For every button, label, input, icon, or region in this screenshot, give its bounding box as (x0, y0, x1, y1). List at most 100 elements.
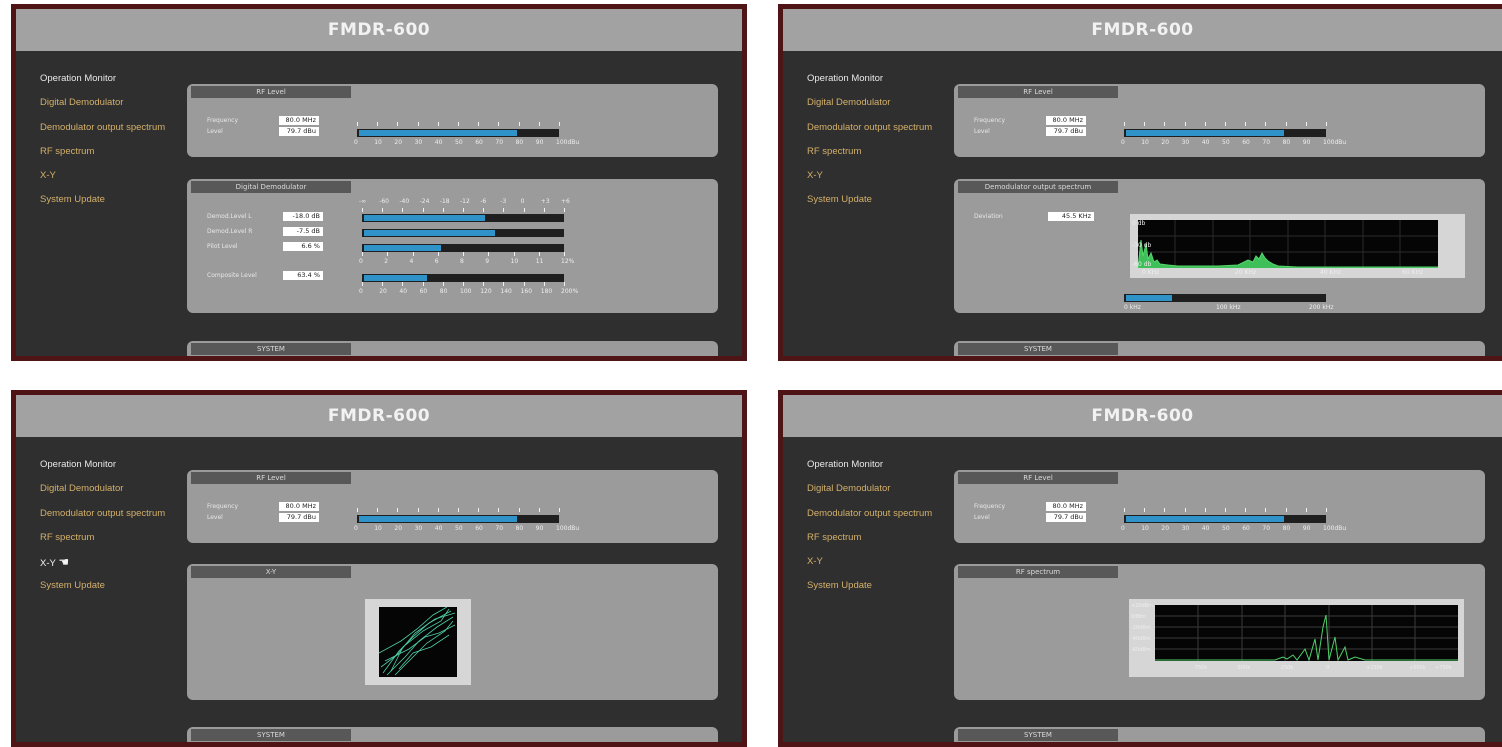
scale-tick (382, 208, 384, 212)
nav-rf-spectrum[interactable]: RF spectrum (807, 526, 932, 550)
scale-tick (1124, 122, 1125, 126)
level-label: Level (207, 128, 223, 135)
scale-tick-label: 40 (1201, 139, 1210, 146)
scale-tick (1164, 508, 1166, 512)
demod-x-label-2: 40 KHz (1320, 269, 1342, 276)
nav-operation-monitor[interactable]: Operation Monitor (40, 453, 165, 477)
scale-tick (1326, 122, 1327, 126)
demod-level-l-value: -18.0 dB (283, 212, 323, 221)
scale-tick-label: 9 (485, 258, 490, 265)
scale-tick (478, 508, 480, 512)
scale-tick (387, 252, 389, 256)
nav-demodulator-output-spectrum[interactable]: Demodulator output spectrum (807, 116, 932, 140)
demod-x-label-3: 60 KHz (1402, 269, 1424, 276)
demod-level-r-value: -7.5 dB (283, 227, 323, 236)
nav-rf-spectrum[interactable]: RF spectrum (40, 140, 165, 164)
rf-level-meter-fill (359, 130, 517, 136)
nav-operation-monitor[interactable]: Operation Monitor (807, 453, 932, 477)
scale-tick (1305, 122, 1307, 126)
scale-tick-label: 10 (374, 525, 382, 532)
nav-system-update[interactable]: System Update (807, 188, 932, 212)
level-label: Level (207, 514, 223, 521)
composite-level-fill (364, 275, 428, 281)
nav-x-y[interactable]: X-Y (807, 164, 932, 188)
deviation-meter (1124, 294, 1326, 302)
scale-tick (538, 122, 540, 126)
nav-rf-spectrum[interactable]: RF spectrum (807, 140, 932, 164)
nav-rf-spectrum[interactable]: RF spectrum (40, 526, 165, 550)
app-title: FMDR-600 (783, 9, 1502, 51)
scale-tick (518, 508, 520, 512)
scale-tick-label: 20 (394, 139, 403, 146)
nav-x-y-label: X-Y (40, 558, 56, 570)
scale-tick (1245, 122, 1247, 126)
nav-operation-monitor[interactable]: Operation Monitor (807, 67, 932, 91)
scale-tick (422, 282, 424, 286)
scale-tick (458, 122, 459, 126)
scale-tick-label: 180 (540, 288, 553, 295)
nav-digital-demodulator[interactable]: Digital Demodulator (807, 91, 932, 115)
pilot-level-value: 6.6 % (283, 242, 323, 251)
frequency-label: Frequency (207, 117, 238, 124)
rf-level-title: RF Level (958, 86, 1118, 98)
frequency-value: 80.0 MHz (1046, 116, 1086, 125)
nav-digital-demodulator[interactable]: Digital Demodulator (40, 91, 165, 115)
demod-level-r-label: Demod.Level R (207, 228, 253, 235)
scale-tick-label: 0 (1121, 139, 1125, 146)
scale-tick (1326, 508, 1327, 512)
scale-tick-label: -40 (399, 198, 410, 205)
scale-tick (402, 208, 404, 212)
frequency-label: Frequency (207, 503, 238, 510)
nav-x-y[interactable]: X-Y (40, 164, 165, 188)
scale-tick (538, 508, 540, 512)
deviation-meter-fill (1126, 295, 1172, 301)
rf-level-meter-fill (359, 516, 517, 522)
frequency-value: 80.0 MHz (1046, 502, 1086, 511)
nav-operation-monitor[interactable]: Operation Monitor (40, 67, 165, 91)
scale-tick-label: -6 (480, 198, 487, 205)
level-value: 79.7 dBu (279, 127, 319, 136)
demodulator-output-spectrum-title: Demodulator output spectrum (958, 181, 1118, 193)
sidebar-nav: Operation Monitor Digital Demodulator De… (807, 453, 932, 599)
system-title: SYSTEM (958, 343, 1118, 355)
nav-demodulator-output-spectrum[interactable]: Demodulator output spectrum (807, 502, 932, 526)
scale-tick-label: 50 (1222, 525, 1230, 532)
scale-tick-label: -12 (460, 198, 470, 205)
demod-x-label-1: 20 KHz (1235, 269, 1257, 276)
nav-system-update[interactable]: System Update (40, 188, 165, 212)
nav-system-update[interactable]: System Update (807, 574, 932, 598)
demod-level-r-fill (364, 230, 495, 236)
rf-x-label-2: -250k (1279, 665, 1294, 671)
nav-x-y[interactable]: X-Y ☚ (40, 550, 165, 574)
scale-tick (377, 122, 379, 126)
rf-level-title: RF Level (191, 86, 351, 98)
system-panel: SYSTEM (954, 727, 1485, 742)
scale-tick-label: 2 (384, 258, 389, 265)
scale-tick-label: 200% (561, 288, 579, 295)
demod-y-label-2: -60 db (1132, 261, 1152, 268)
scale-tick (402, 282, 404, 286)
deviation-scale-0: 0 kHz (1124, 304, 1141, 311)
scale-tick (503, 282, 505, 286)
nav-demodulator-output-spectrum[interactable]: Demodulator output spectrum (40, 502, 165, 526)
nav-digital-demodulator[interactable]: Digital Demodulator (40, 477, 165, 501)
rf-y-label-0: +20dBm (1131, 603, 1154, 609)
hand-cursor-icon: ☚ (58, 555, 70, 570)
nav-x-y[interactable]: X-Y (807, 550, 932, 574)
rf-y-label-1: 0dBm (1131, 614, 1146, 620)
scale-tick (1265, 508, 1267, 512)
nav-digital-demodulator[interactable]: Digital Demodulator (807, 477, 932, 501)
scale-tick (564, 208, 565, 212)
composite-level-label: Composite Level (207, 272, 257, 279)
rf-level-panel: RF Level Frequency Level 80.0 MHz 79.7 d… (954, 84, 1485, 157)
scale-tick (458, 508, 459, 512)
frequency-value: 80.0 MHz (279, 502, 319, 511)
scale-tick (412, 252, 414, 256)
rf-level-meter (357, 129, 559, 137)
pilot-level-label: Pilot Level (207, 243, 238, 250)
nav-demodulator-output-spectrum[interactable]: Demodulator output spectrum (40, 116, 165, 140)
rf-x-label-3: 0 (1326, 665, 1330, 671)
level-label: Level (974, 128, 990, 135)
nav-system-update[interactable]: System Update (40, 574, 165, 598)
scale-tick (478, 122, 480, 126)
